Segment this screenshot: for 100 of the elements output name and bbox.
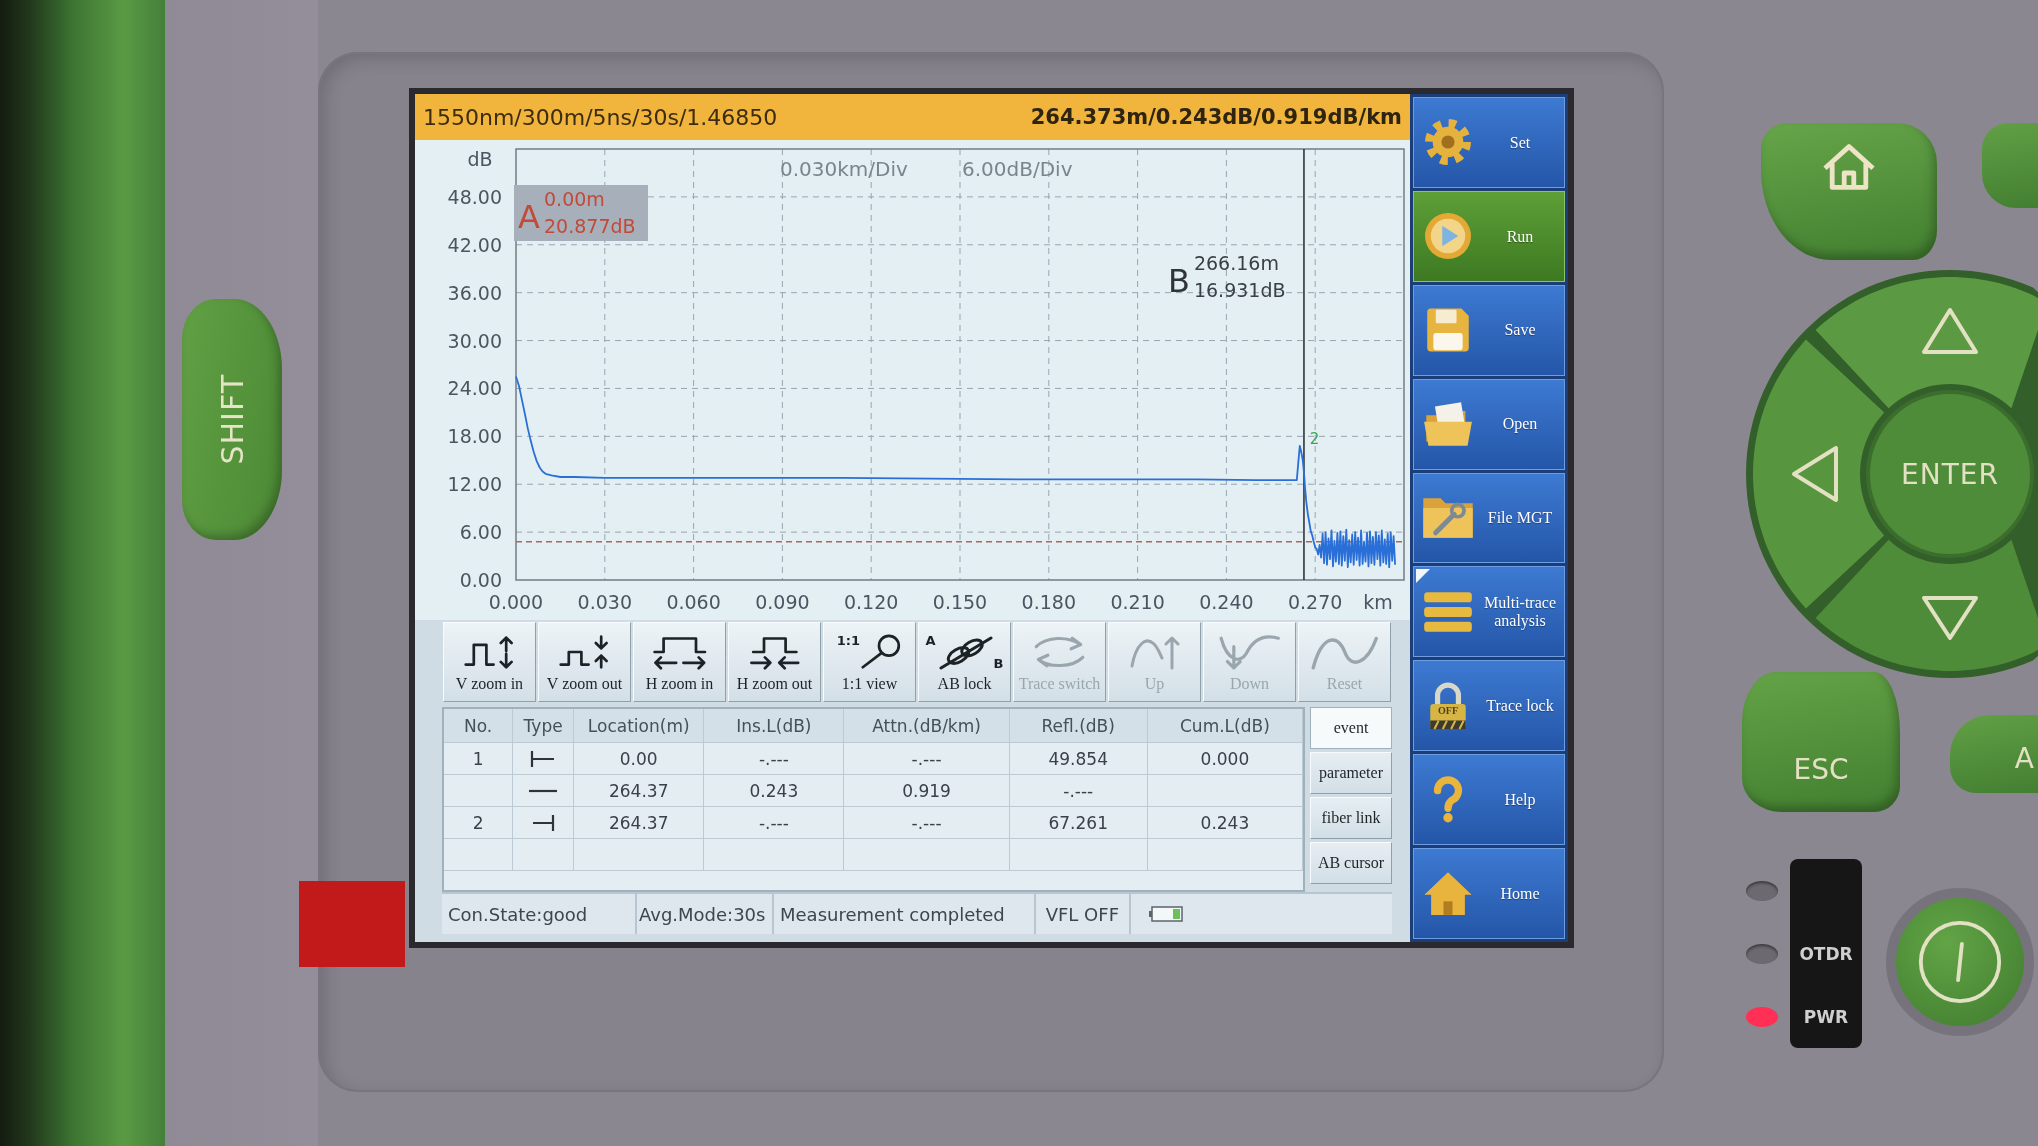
column-header: Type [513, 709, 575, 743]
scale-label: 6.00dB/Div [962, 157, 1073, 181]
table-cell: 264.37 [574, 807, 705, 839]
floppy-icon [1426, 307, 1470, 354]
curve-arrow-icon [1129, 634, 1180, 670]
column-header: Ins.L(dB) [704, 709, 845, 743]
cursor-letter: A [518, 198, 540, 236]
table-cell: -.--- [844, 743, 1010, 775]
down-key[interactable] [1815, 539, 2038, 671]
magnifier-icon [860, 634, 903, 670]
home-icon [1423, 871, 1473, 917]
table-cell: -.--- [704, 807, 845, 839]
power-icon [1917, 919, 2003, 1005]
span-line-icon [527, 788, 560, 793]
lock-label: OFF [1438, 704, 1458, 716]
view-tab[interactable]: AB cursor [1310, 842, 1392, 884]
cursor-line[interactable] [1303, 148, 1305, 581]
table-cell [444, 839, 514, 871]
icon-caption: 1:1 [836, 633, 860, 648]
axis-title: dB [467, 148, 493, 170]
table-cell: 0.000 [1147, 743, 1303, 775]
side-key[interactable]: A [1950, 715, 2038, 793]
triangle-down-icon [1922, 596, 1978, 640]
column-header: Location(m) [574, 709, 705, 743]
tick-label: 0.210 [1110, 591, 1165, 613]
view-tab[interactable]: event [1310, 707, 1392, 749]
toolbar-button[interactable]: H zoom out [728, 622, 821, 702]
tick-label: 0.240 [1199, 591, 1254, 613]
enter-key[interactable]: ENTER [1866, 390, 2034, 558]
view-tab[interactable]: fiber link [1310, 797, 1392, 839]
table-cell: 0.00 [574, 743, 705, 775]
left-key[interactable] [1753, 339, 1885, 609]
toolbar-button[interactable]: H zoom in [633, 622, 726, 702]
table-cell: -.--- [704, 743, 845, 775]
table-cell: 264.37 [574, 775, 705, 807]
tick-label: 0.180 [1021, 591, 1076, 613]
cursor-distance: 266.16m [1193, 252, 1279, 274]
column-header: Attn.(dB/km) [844, 709, 1010, 743]
icon-caption: A [925, 633, 936, 648]
side-menu-button[interactable]: Help [1413, 754, 1565, 846]
side-menu-button[interactable]: Run [1413, 190, 1565, 282]
esc-key[interactable]: ESC [1742, 672, 1900, 812]
column-header: No. [444, 709, 514, 743]
cursor-loss: 20.877dB [544, 215, 636, 237]
up-key[interactable] [1815, 277, 2038, 409]
tick-label: 0.00 [459, 569, 502, 591]
side-menu-button[interactable]: OFF Trace lock [1413, 660, 1565, 752]
folder-wrench-icon [1422, 497, 1474, 539]
stacked-bars-icon [1423, 590, 1473, 633]
shift-key[interactable]: SHIFT [182, 299, 282, 540]
gear-icon [1425, 119, 1471, 166]
table-cell: 0.919 [844, 775, 1010, 807]
tick-label: 30.00 [447, 329, 502, 352]
tick-label: 0.270 [1288, 591, 1343, 613]
tick-label: 0.120 [844, 591, 899, 613]
side-menu-button[interactable]: Save [1413, 284, 1565, 376]
home-icon [1821, 143, 1877, 191]
battery-icon [1149, 906, 1183, 922]
view-tab[interactable]: parameter [1310, 752, 1392, 794]
pulse-arrows-icon [463, 634, 516, 670]
measurement-result: 264.373m/0.243dB/0.919dB/km [1030, 105, 1402, 129]
tick-label: 42.00 [447, 233, 502, 256]
pulse-arrows-icon [650, 634, 709, 670]
start-marker-icon [530, 749, 557, 768]
triangle-left-icon [1792, 446, 1838, 502]
toolbar-button[interactable]: 1:1 1:1 view [823, 622, 916, 702]
side-menu-button[interactable]: File MGT [1413, 472, 1565, 564]
play-icon [1425, 213, 1471, 260]
tick-label: 36.00 [447, 281, 502, 304]
home-key[interactable] [1761, 123, 1937, 260]
tick-label: 0.030 [577, 591, 632, 613]
axis-title: km [1363, 591, 1393, 613]
tick-label: 0.150 [932, 591, 988, 613]
toolbar-button[interactable]: V zoom out [538, 622, 631, 702]
side-menu-button[interactable]: Multi-trace analysis [1413, 566, 1565, 658]
side-menu-button[interactable]: Home [1413, 848, 1565, 939]
table-cell: 0.243 [1147, 807, 1303, 839]
connection-status: Con.State:good [442, 894, 637, 934]
toolbar-button[interactable]: V zoom in [443, 622, 536, 702]
table-cell: 67.261 [1009, 807, 1148, 839]
indicator-label: PWR [1803, 1006, 1849, 1027]
curve-icon [1310, 634, 1379, 670]
icon-caption: B [993, 656, 1004, 671]
tick-label: 0.090 [755, 591, 810, 613]
curve-arrow-icon [1218, 634, 1281, 670]
tick-label: 48.00 [447, 185, 502, 208]
tick-label: 0.000 [488, 591, 544, 613]
table-cell: 2 [444, 807, 514, 839]
side-menu-button[interactable]: Set [1413, 97, 1565, 188]
table-cell: -.--- [844, 807, 1010, 839]
side-menu-button[interactable]: Open [1413, 378, 1565, 470]
table-cell: 1 [444, 743, 514, 775]
table-cell: -.--- [1009, 775, 1148, 807]
end-marker-icon [531, 813, 556, 832]
cursor-distance: 0.00m [544, 188, 605, 210]
cursor-letter: B [1167, 262, 1190, 300]
status-message: Measurement completed [774, 894, 1036, 934]
toolbar-button[interactable]: A B AB lock [918, 622, 1011, 702]
pulse-arrows-icon [558, 634, 611, 670]
averaging-mode: Avg.Mode:30s [637, 894, 774, 934]
